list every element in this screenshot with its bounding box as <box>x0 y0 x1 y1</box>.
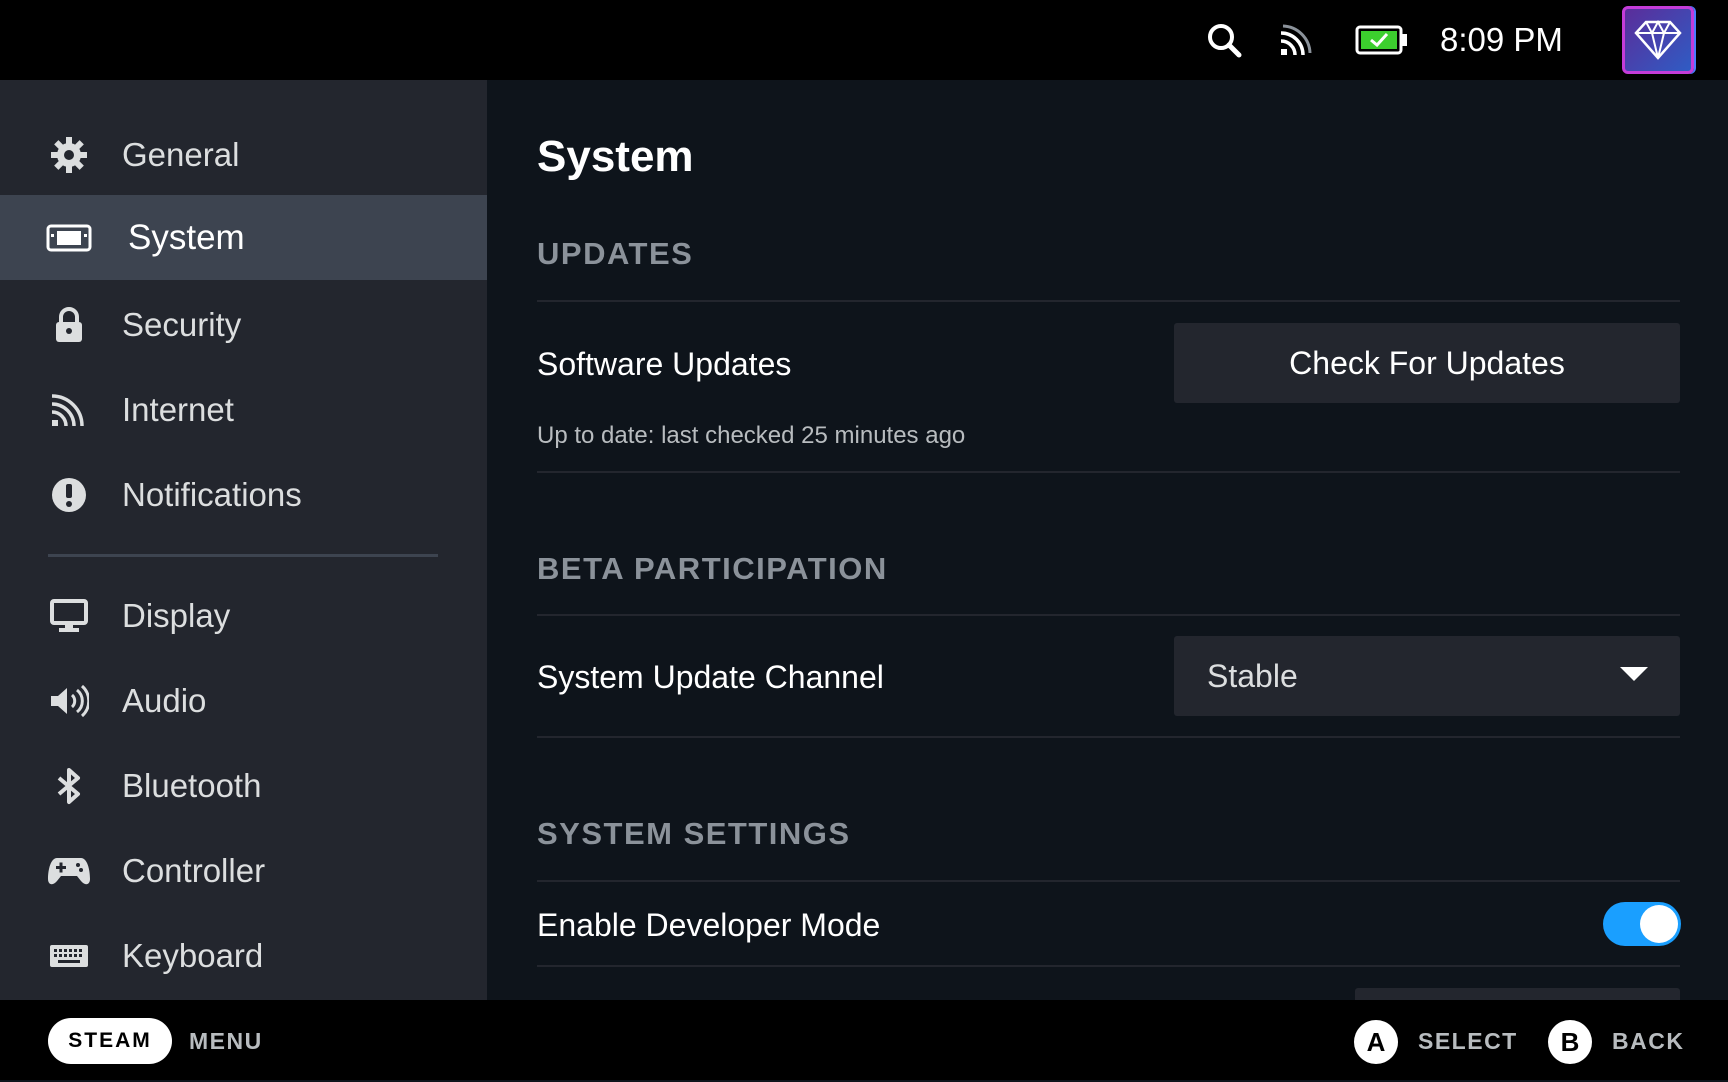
section-heading-system-settings: SYSTEM SETTINGS <box>537 816 851 851</box>
sidebar-item-label: Notifications <box>122 475 302 513</box>
monitor-icon <box>46 593 92 639</box>
a-button-glyph[interactable]: A <box>1354 1020 1398 1064</box>
avatar-diamond-icon <box>1634 19 1682 60</box>
sidebar-item-label: System <box>128 217 245 257</box>
sidebar-item-label: General <box>122 135 240 173</box>
avatar[interactable] <box>1622 6 1694 74</box>
sidebar-item-label: Keyboard <box>122 936 264 974</box>
developer-mode-label: Enable Developer Mode <box>537 907 881 943</box>
search-icon[interactable] <box>1204 0 1244 80</box>
steam-button[interactable]: STEAM <box>48 1018 172 1064</box>
sidebar-item-display[interactable]: Display <box>0 573 487 658</box>
sidebar-item-audio[interactable]: Audio <box>0 658 487 743</box>
sidebar-item-internet[interactable]: Internet <box>0 367 487 452</box>
update-channel-label: System Update Channel <box>537 659 884 695</box>
bluetooth-icon <box>46 763 92 809</box>
developer-mode-toggle[interactable] <box>1603 902 1681 946</box>
divider <box>537 736 1680 738</box>
divider <box>537 614 1680 616</box>
software-updates-label: Software Updates <box>537 346 792 382</box>
sidebar-item-notifications[interactable]: Notifications <box>0 452 487 537</box>
sidebar-item-system[interactable]: System <box>0 195 487 280</box>
sidebar-item-general[interactable]: General <box>0 112 487 197</box>
back-label: BACK <box>1612 1028 1685 1054</box>
menu-label: MENU <box>189 1028 263 1054</box>
b-button-glyph[interactable]: B <box>1548 1020 1592 1064</box>
divider <box>537 300 1680 302</box>
settings-panel: System UPDATES Software Updates Check Fo… <box>487 80 1728 1000</box>
chevron-down-icon <box>1620 667 1648 681</box>
update-channel-dropdown[interactable]: Stable <box>1174 636 1680 716</box>
sidebar-item-label: Bluetooth <box>122 766 262 804</box>
wifi-signal-icon <box>46 387 92 433</box>
select-label: SELECT <box>1418 1028 1518 1054</box>
footer-bar: STEAM MENU A SELECT B BACK <box>0 1000 1728 1080</box>
divider <box>537 471 1680 473</box>
exclamation-icon <box>46 472 92 518</box>
divider <box>537 880 1680 882</box>
gamepad-icon <box>46 848 92 894</box>
system-device-icon <box>46 215 92 261</box>
sidebar-divider <box>48 554 438 557</box>
page-title: System <box>537 132 694 181</box>
speaker-icon <box>46 678 92 724</box>
sidebar-item-keyboard[interactable]: Keyboard <box>0 913 487 998</box>
sidebar-item-label: Internet <box>122 390 234 428</box>
sidebar-item-security[interactable]: Security <box>0 282 487 367</box>
sidebar: General System Security Internet Notific… <box>0 80 487 1000</box>
sidebar-item-label: Controller <box>122 851 266 889</box>
sidebar-item-bluetooth[interactable]: Bluetooth <box>0 743 487 828</box>
cast-icon[interactable] <box>1276 0 1316 80</box>
battery-charging-icon[interactable] <box>1352 0 1412 80</box>
sidebar-item-label: Audio <box>122 681 207 719</box>
lock-icon <box>46 302 92 348</box>
sidebar-item-label: Display <box>122 596 231 634</box>
sidebar-item-label: Security <box>122 305 242 343</box>
update-status-text: Up to date: last checked 25 minutes ago <box>537 422 966 449</box>
partial-button[interactable] <box>1355 988 1680 1000</box>
section-heading-updates: UPDATES <box>537 236 694 271</box>
section-heading-beta: BETA PARTICIPATION <box>537 551 888 586</box>
gear-icon <box>46 132 92 178</box>
status-bar: 8:09 PM <box>0 0 1728 80</box>
sidebar-item-controller[interactable]: Controller <box>0 828 487 913</box>
dropdown-value: Stable <box>1207 658 1298 694</box>
divider <box>537 965 1680 967</box>
keyboard-icon <box>46 933 92 979</box>
toggle-knob <box>1640 905 1678 943</box>
check-for-updates-button[interactable]: Check For Updates <box>1174 323 1680 403</box>
clock: 8:09 PM <box>1440 21 1563 58</box>
